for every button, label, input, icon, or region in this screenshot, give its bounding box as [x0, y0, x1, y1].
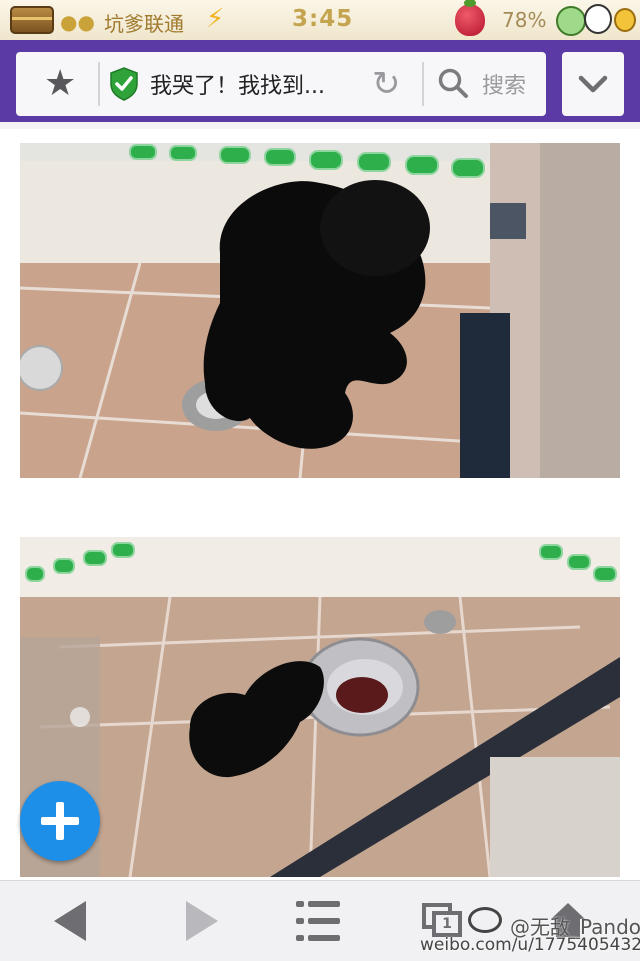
battery-level: 78% — [502, 8, 547, 32]
strawberry-icon — [455, 0, 485, 36]
page-content[interactable] — [0, 129, 640, 880]
search-label[interactable]: 搜索 — [482, 68, 526, 100]
tabs-button[interactable]: 1 — [422, 903, 462, 937]
coins-icon: ●● — [60, 10, 95, 34]
page-title[interactable]: 我哭了！我找到... — [150, 68, 325, 100]
weibo-logo-icon — [468, 907, 502, 933]
dog-photo-2-image — [20, 537, 620, 877]
menu-icon[interactable] — [296, 901, 340, 941]
browser-navbar: ★ 我哭了！我找到... ↻ 搜索 — [0, 40, 640, 129]
tab-count: 1 — [432, 911, 462, 937]
skull-pirate-icon — [584, 4, 612, 34]
bookmark-star-icon[interactable]: ★ — [44, 66, 76, 102]
secure-shield-icon — [110, 67, 138, 101]
clock: 3:45 — [292, 6, 354, 32]
bottom-toolbar: 1 @无敌_Pandora weibo.com/u/1775405432 — [0, 880, 640, 961]
add-button[interactable] — [20, 781, 100, 861]
forward-arrow-icon[interactable] — [186, 901, 218, 941]
divider — [422, 62, 424, 106]
lightning-icon: ⚡ — [206, 4, 225, 34]
status-bar: ●● 坑爹联通 ⚡ 3:45 78% — [0, 0, 640, 41]
address-bar[interactable]: ★ 我哭了！我找到... ↻ 搜索 — [16, 52, 546, 116]
dropdown-button[interactable] — [562, 52, 624, 116]
dog-photo-1-image — [20, 143, 620, 478]
reload-icon[interactable]: ↻ — [372, 64, 401, 104]
dog-photo-2[interactable] — [20, 537, 620, 877]
back-arrow-icon[interactable] — [54, 901, 86, 941]
dog-photo-1[interactable] — [20, 143, 620, 478]
yellow-character-icon — [614, 8, 636, 32]
search-icon[interactable] — [436, 66, 472, 102]
chevron-down-icon — [578, 75, 608, 93]
watermark-url: weibo.com/u/1775405432 — [420, 935, 640, 955]
divider — [98, 62, 100, 106]
carrier-name: 坑爹联通 — [104, 12, 184, 36]
treasure-chest-icon — [10, 6, 54, 34]
green-character-icon — [556, 6, 586, 36]
